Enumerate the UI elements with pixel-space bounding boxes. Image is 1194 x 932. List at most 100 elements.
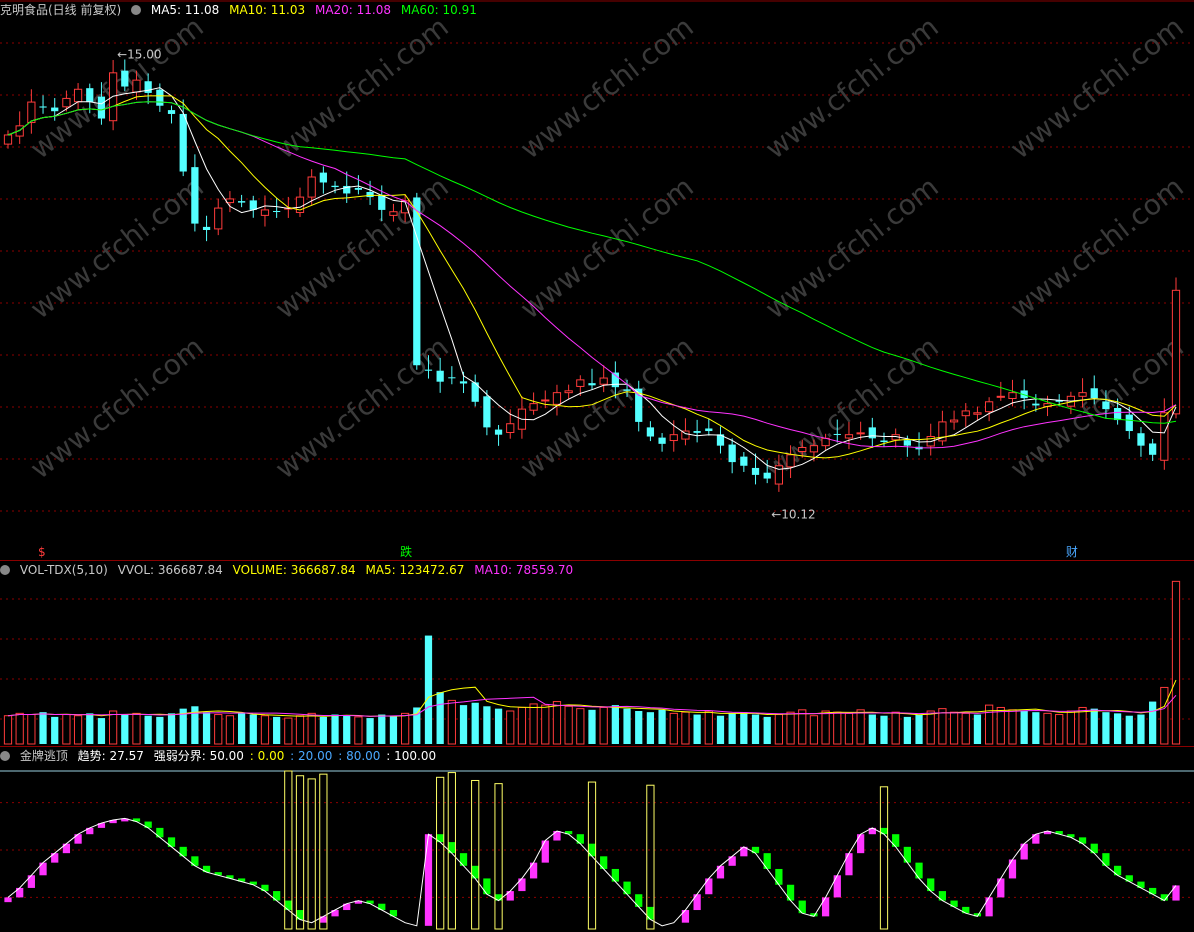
candle-body xyxy=(740,456,748,466)
volume-bar xyxy=(1160,686,1169,745)
candle-body xyxy=(833,433,841,435)
volume-bar xyxy=(389,715,398,744)
volume-bar xyxy=(938,708,947,745)
volume-bar xyxy=(541,704,550,745)
vol-ma10-label: MA10: 78559.70 xyxy=(474,563,574,577)
level-100-label: : 100.00 xyxy=(386,749,437,763)
trend-bar xyxy=(985,897,993,917)
trend-bar xyxy=(798,900,806,914)
volume-bar xyxy=(704,710,713,745)
candle-body xyxy=(97,96,106,119)
volume-bar xyxy=(821,710,830,745)
candle-body xyxy=(1149,443,1157,455)
event-marker: 跌 xyxy=(400,544,412,559)
settings-icon[interactable] xyxy=(131,5,142,15)
candle-body xyxy=(552,392,562,405)
trend-bar xyxy=(1102,853,1110,866)
volume-bar xyxy=(623,708,631,744)
trend-bar xyxy=(927,878,935,892)
trend-label: 趋势: 27.57 xyxy=(77,749,144,763)
volume-bar xyxy=(599,706,608,745)
watermark-text: www.cfchi.com xyxy=(269,10,455,165)
settings-icon[interactable] xyxy=(0,565,10,575)
watermark-text: www.cfchi.com xyxy=(1004,330,1190,485)
trend-bar xyxy=(39,862,47,876)
trend-bar xyxy=(4,897,12,903)
trend-bar xyxy=(693,894,701,911)
volume-bar xyxy=(97,718,106,744)
volume-bar xyxy=(576,708,585,745)
candle-body xyxy=(1008,392,1017,400)
candle-body xyxy=(448,377,456,379)
volume-chart[interactable] xyxy=(0,561,1194,746)
volume-bar xyxy=(973,714,982,744)
volume-bar xyxy=(307,712,316,745)
candle-body xyxy=(903,440,911,446)
trend-bar xyxy=(1020,843,1028,860)
settings-icon[interactable] xyxy=(0,751,10,761)
candle-body xyxy=(483,396,491,428)
event-marker: $ xyxy=(38,545,46,559)
trend-bar xyxy=(786,884,795,901)
trend-bar xyxy=(903,846,911,863)
indicator-chart[interactable] xyxy=(0,747,1194,932)
watermark-text: www.cfchi.com xyxy=(24,170,210,325)
volume-bar xyxy=(108,710,118,745)
escape-top-bar xyxy=(494,783,503,930)
candle-body xyxy=(307,176,316,198)
ma5-label: MA5: 11.08 xyxy=(150,3,220,17)
candle-body xyxy=(1078,392,1087,397)
volume-bar xyxy=(3,715,13,745)
volume-bar xyxy=(273,716,281,744)
volume-bar xyxy=(132,712,141,745)
stock-chart-window: www.cfchi.com www.cfchi.com www.cfchi.com w… xyxy=(0,0,1194,932)
trend-bar xyxy=(705,878,713,895)
candle-body xyxy=(51,107,59,112)
volume-bar xyxy=(471,702,479,744)
trend-bar xyxy=(833,875,841,898)
trend-bar xyxy=(821,897,830,917)
volume-bar xyxy=(447,699,456,745)
candle-body xyxy=(1125,414,1133,432)
volume-bar xyxy=(1090,708,1098,744)
volume-bar xyxy=(517,706,527,745)
volume-bar xyxy=(1171,580,1181,745)
candle-body xyxy=(3,134,13,145)
candle-body xyxy=(623,389,631,391)
volume-bar xyxy=(1149,701,1157,744)
candle-body xyxy=(529,403,538,411)
volume-bar xyxy=(1125,715,1133,744)
candle-body xyxy=(73,88,83,103)
volume-bar xyxy=(400,712,410,745)
candle-body xyxy=(273,210,281,212)
volume-bar xyxy=(424,635,433,744)
candle-body xyxy=(880,440,888,442)
candle-body xyxy=(1171,289,1181,415)
volume-bar xyxy=(51,716,59,744)
candle-body xyxy=(693,431,701,433)
volume-bar xyxy=(202,712,211,744)
volume-bar xyxy=(833,711,842,745)
watermark-text: www.cfchi.com xyxy=(1004,10,1190,165)
candle-body xyxy=(378,194,386,210)
volume-bar xyxy=(225,715,235,745)
candle-body xyxy=(844,434,854,439)
candle-body xyxy=(366,191,374,198)
volume-bar xyxy=(926,710,935,745)
candle-body xyxy=(669,434,678,442)
volume-bar xyxy=(891,711,900,745)
volume-bar xyxy=(86,713,94,744)
volume-bar xyxy=(716,715,725,744)
candle-body xyxy=(237,201,246,203)
price-chart[interactable]: www.cfchi.com www.cfchi.com www.cfchi.com w… xyxy=(0,0,1194,560)
trend-bar xyxy=(845,853,853,876)
volume-bar xyxy=(798,709,807,745)
candle-body xyxy=(809,445,819,453)
trend-bar xyxy=(179,846,187,857)
indicator-legend: 金牌逃顶 趋势: 27.57 强弱分界: 50.00 : 0.00 : 20.0… xyxy=(0,748,442,764)
low-price-label: ←10.12 xyxy=(771,507,815,521)
volume-bar xyxy=(1102,712,1110,744)
candle-body xyxy=(331,185,339,188)
candle-body xyxy=(413,197,421,366)
escape-top-bar xyxy=(436,776,445,930)
